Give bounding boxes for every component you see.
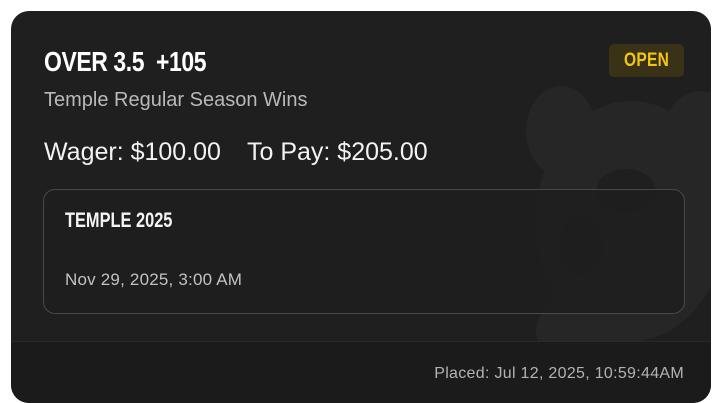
leg-date: Nov 29, 2025, 3:00 AM — [65, 270, 243, 289]
bet-footer: Placed: Jul 12, 2025, 10:59:44AM — [11, 341, 711, 403]
to-pay-amount: To Pay: $205.00 — [246, 138, 428, 166]
leg-title: TEMPLE 2025 — [65, 209, 173, 232]
bet-leg-card[interactable]: TEMPLE 2025 Nov 29, 2025, 3:00 AM — [43, 189, 685, 314]
status-badge: OPEN — [608, 44, 684, 77]
bet-card[interactable]: OVER 3.5 +105 OPEN Temple Regular Season… — [11, 11, 711, 403]
market-name: Temple Regular Season Wins — [44, 89, 308, 111]
bet-amounts: Wager: $100.00 To Pay: $205.00 — [44, 138, 428, 167]
status-badge-label: OPEN — [623, 50, 670, 71]
wager-amount: Wager: $100.00 — [44, 138, 221, 166]
bet-title: OVER 3.5 +105 — [44, 46, 207, 77]
placed-timestamp: Placed: Jul 12, 2025, 10:59:44AM — [434, 365, 684, 382]
